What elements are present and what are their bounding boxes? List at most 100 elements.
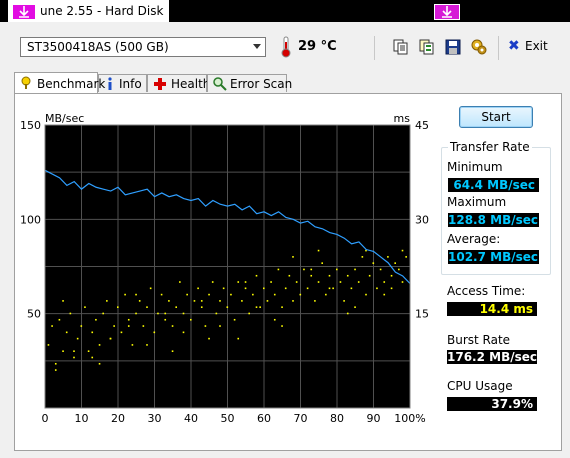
chevron-down-icon[interactable]	[253, 44, 261, 49]
access-time-point	[186, 293, 188, 296]
access-time-point	[171, 325, 174, 327]
copy-info-icon[interactable]	[392, 38, 410, 56]
access-time-point	[241, 300, 243, 302]
tab-benchmark-label: Benchmark	[37, 77, 106, 91]
access-time-point	[273, 293, 276, 296]
access-time-point	[383, 293, 386, 296]
access-time-point	[127, 318, 130, 321]
access-time-point	[263, 287, 265, 290]
close-icon: ✖	[508, 38, 520, 54]
tab-health[interactable]: Health	[147, 74, 211, 92]
access-time-point	[357, 281, 360, 283]
access-time-point	[372, 262, 375, 264]
access-time-point	[146, 306, 148, 308]
access-time-point	[76, 337, 79, 340]
access-time-point	[314, 300, 316, 302]
toolbar-separator	[498, 36, 499, 60]
access-time-point	[127, 325, 130, 327]
access-time-point	[292, 256, 294, 258]
left-axis-label: MB/sec	[45, 112, 84, 125]
maximum-label: Maximum	[447, 195, 507, 209]
tab-error-scan[interactable]: Error Scan	[207, 74, 292, 92]
access-time-point	[237, 337, 240, 340]
access-time-point	[343, 300, 345, 302]
access-time-point	[306, 287, 309, 290]
access-time-point	[328, 274, 331, 277]
access-time-point	[164, 318, 167, 321]
access-time-point	[226, 306, 229, 308]
burst-rate-value: 176.2 MB/sec	[447, 350, 537, 364]
x-tick-label: 0	[42, 412, 49, 425]
access-time-point	[405, 256, 407, 258]
access-time-point	[164, 312, 167, 315]
start-button[interactable]: Start	[459, 106, 533, 128]
access-time-point	[182, 312, 185, 315]
access-time-point	[379, 268, 382, 271]
x-tick-label: 70	[294, 412, 308, 425]
access-time-point	[394, 262, 396, 264]
access-time-point	[317, 249, 320, 252]
access-time-point	[106, 300, 108, 302]
tab-health-label: Health	[171, 77, 211, 91]
exit-button-label: Exit	[525, 39, 548, 53]
access-time-point	[197, 287, 199, 290]
access-time-point	[255, 274, 258, 277]
average-label: Average:	[447, 232, 501, 246]
download-arrow-icon[interactable]	[434, 4, 460, 20]
access-time-point	[204, 325, 207, 327]
access-time-point	[51, 325, 53, 327]
y-right-tick-label: 30	[415, 213, 429, 226]
access-time-point	[244, 281, 247, 283]
benchmark-panel: MB/sec ms 150 100 50 45 30 15 0 10 20 30 40 50 60 70 80 9…	[14, 93, 562, 451]
x-tick-label: 10	[75, 412, 89, 425]
access-time-point	[87, 350, 90, 352]
copy-all-icon[interactable]	[418, 38, 436, 56]
access-time-point	[255, 306, 258, 308]
access-time-point	[332, 287, 334, 290]
access-time-point	[219, 300, 221, 302]
access-time-point	[252, 293, 254, 296]
options-icon[interactable]	[470, 38, 488, 56]
health-cross-icon	[154, 78, 166, 90]
access-time-point	[175, 306, 177, 308]
thermometer-icon	[281, 36, 291, 58]
y-right-tick-label: 45	[415, 119, 429, 132]
access-time-point	[383, 281, 386, 283]
access-time-point	[193, 300, 196, 302]
access-time-point	[317, 281, 320, 283]
access-time-point	[54, 369, 57, 371]
save-icon[interactable]	[444, 38, 462, 56]
access-time-point	[390, 274, 393, 277]
window-title-text: une 2.55 - Hard Disk	[40, 4, 164, 18]
benchmark-chart: MB/sec ms150100504530150 10 20 30 40 50 60 70 80 9…	[20, 112, 429, 425]
access-time-point	[346, 274, 349, 277]
access-time-point	[303, 268, 305, 271]
access-time-point	[310, 274, 313, 277]
y-left-tick-label: 50	[27, 308, 41, 321]
access-time-point	[310, 268, 313, 271]
access-time-point	[398, 268, 400, 271]
access-time-point	[325, 293, 327, 296]
access-time-point	[361, 256, 364, 258]
tab-benchmark[interactable]: Benchmark	[14, 72, 105, 93]
minimum-value: 64.4 MB/sec	[448, 178, 539, 192]
x-tick-label: 60	[257, 412, 271, 425]
cpu-usage-value: 37.9%	[447, 397, 537, 411]
access-time-point	[179, 281, 181, 283]
access-time-point	[346, 312, 349, 315]
access-time-point	[120, 331, 123, 334]
access-time-point	[54, 362, 57, 365]
access-time-point	[182, 331, 185, 334]
access-time-point	[401, 249, 404, 252]
access-time-point	[350, 287, 353, 290]
access-time-point	[80, 325, 83, 327]
access-time-point	[354, 306, 356, 308]
window-title: une 2.55 - Hard Disk	[8, 0, 170, 22]
access-time-point	[284, 287, 287, 290]
maximum-value: 128.8 MB/sec	[448, 213, 539, 227]
access-time-point	[299, 293, 302, 296]
access-time-point	[376, 287, 378, 290]
access-time-point	[339, 281, 342, 283]
drive-select[interactable]: ST3500418AS (500 GB)	[20, 37, 266, 57]
access-time-value: 14.4 ms	[447, 302, 537, 316]
